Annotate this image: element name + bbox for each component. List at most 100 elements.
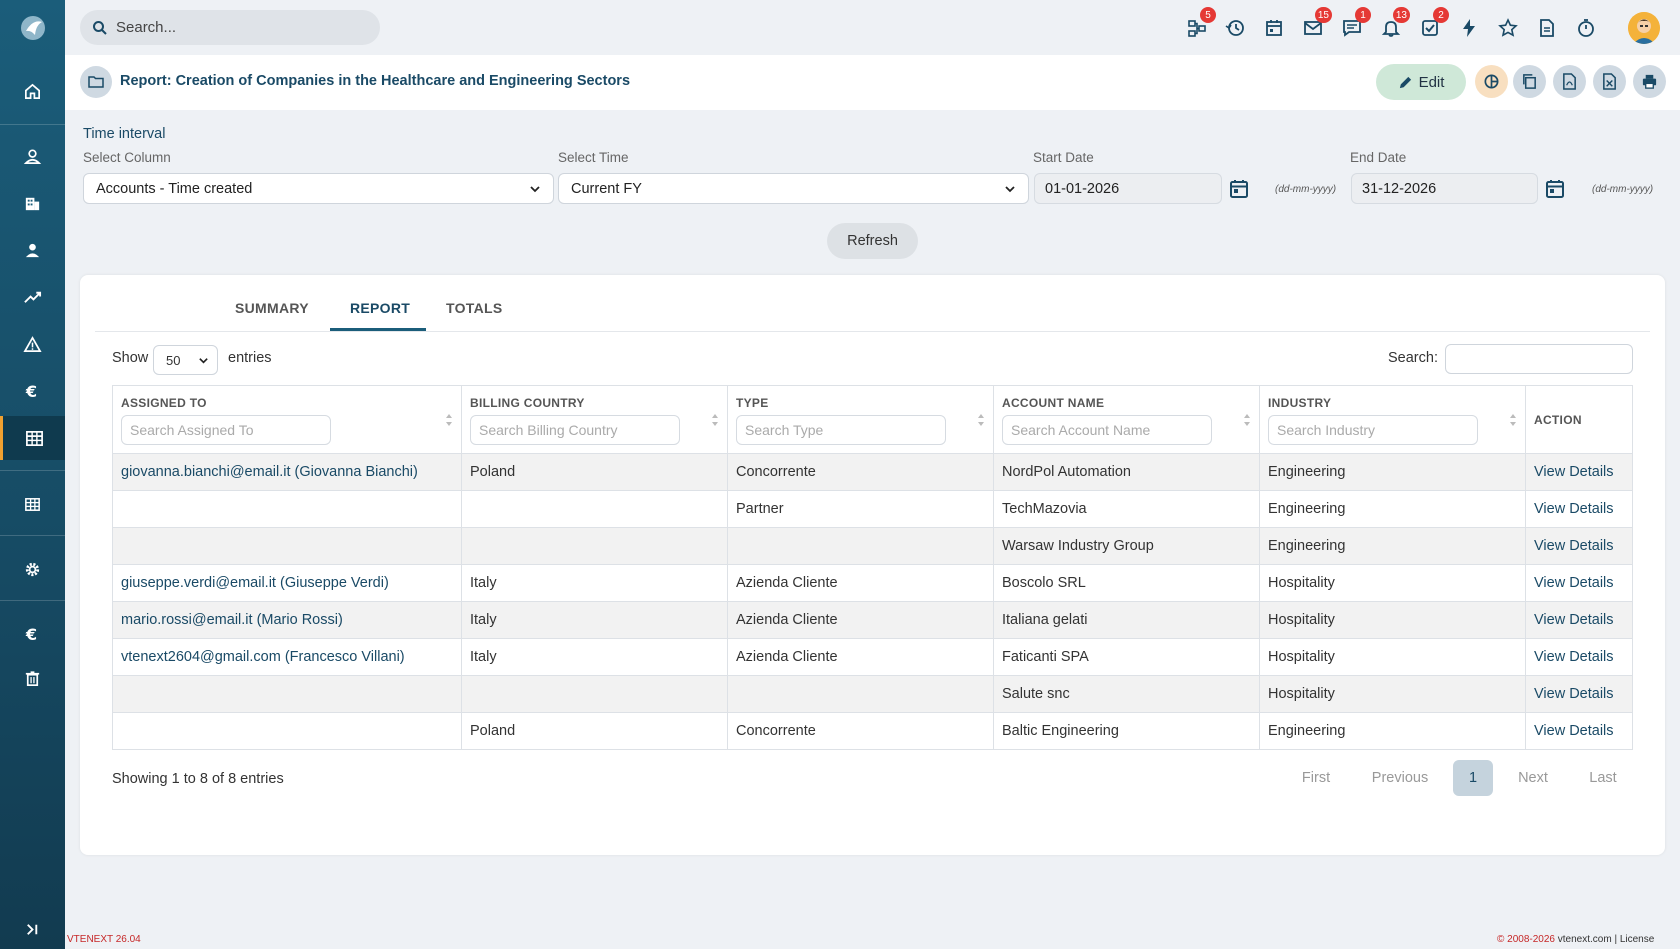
global-search[interactable]	[80, 10, 380, 45]
pagination-current-page[interactable]: 1	[1453, 760, 1493, 796]
select-time-dropdown[interactable]: Current FY	[558, 173, 1029, 204]
sidebar-warning-icon[interactable]	[0, 322, 65, 366]
assigned-to-cell[interactable]	[112, 712, 462, 750]
history-icon[interactable]	[1223, 16, 1247, 40]
tab-report[interactable]: REPORT	[350, 300, 410, 316]
license-link[interactable]: License	[1620, 934, 1654, 945]
select-column-dropdown[interactable]: Accounts - Time created	[83, 173, 554, 204]
column-header-label: ASSIGNED TO	[121, 396, 207, 410]
print-icon[interactable]	[1633, 65, 1666, 98]
sort-icon[interactable]	[711, 412, 719, 428]
pagination-last-button[interactable]: Last	[1573, 760, 1633, 796]
site-link[interactable]: vtenext.com	[1558, 934, 1612, 945]
sort-icon[interactable]	[1243, 412, 1251, 428]
copy-icon[interactable]	[1513, 65, 1546, 98]
view-details-link[interactable]: View Details	[1525, 453, 1633, 491]
view-details-link[interactable]: View Details	[1525, 675, 1633, 713]
sidebar-building-icon[interactable]	[0, 181, 65, 225]
sidebar-user-icon[interactable]	[0, 134, 65, 178]
sidebar-trend-icon[interactable]	[0, 275, 65, 319]
mail-icon[interactable]: 15	[1301, 7, 1332, 40]
lightning-icon[interactable]	[1457, 16, 1481, 40]
sidebar-home-icon[interactable]	[0, 69, 65, 113]
sidebar-expand-icon[interactable]	[0, 907, 65, 949]
sidebar-trash-icon[interactable]	[0, 656, 65, 700]
chart-icon[interactable]	[1475, 65, 1508, 98]
folder-icon[interactable]	[80, 66, 112, 98]
chat-icon[interactable]: 1	[1340, 7, 1371, 40]
pagination-next-button[interactable]: Next	[1503, 760, 1563, 796]
sidebar-reports-table-icon[interactable]	[0, 416, 65, 460]
end-date-label: End Date	[1350, 150, 1407, 165]
assigned-to-cell[interactable]	[112, 527, 462, 565]
edit-button[interactable]: Edit	[1376, 64, 1466, 100]
billing-country-cell	[461, 490, 728, 528]
view-details-link[interactable]: View Details	[1525, 601, 1633, 639]
chevron-down-icon	[1005, 185, 1015, 192]
billing-country-filter-input[interactable]: Search Billing Country	[470, 415, 680, 445]
start-date-calendar-icon[interactable]	[1228, 178, 1250, 200]
sort-icon[interactable]	[977, 412, 985, 428]
view-details-link[interactable]: View Details	[1525, 638, 1633, 676]
assigned-to-cell[interactable]: mario.rossi@email.it (Mario Rossi)	[112, 601, 462, 639]
column-header-account-name[interactable]: ACCOUNT NAME Search Account Name	[993, 385, 1260, 454]
time-interval-label: Time interval	[83, 126, 166, 142]
sort-icon[interactable]	[445, 412, 453, 428]
sidebar-grid-icon[interactable]	[0, 482, 65, 526]
document-icon[interactable]	[1535, 16, 1559, 40]
calendar-icon[interactable]	[1262, 16, 1286, 40]
pagination-first-button[interactable]: First	[1285, 760, 1347, 796]
sidebar-contact-icon[interactable]	[0, 228, 65, 272]
pdf-icon[interactable]	[1553, 65, 1586, 98]
account-name-filter-input[interactable]: Search Account Name	[1002, 415, 1212, 445]
assigned-to-filter-input[interactable]: Search Assigned To	[121, 415, 331, 445]
table-search-input[interactable]	[1445, 344, 1633, 374]
pagination-previous-button[interactable]: Previous	[1357, 760, 1443, 796]
view-details-link[interactable]: View Details	[1525, 712, 1633, 750]
start-date-input[interactable]: 01-01-2026	[1034, 173, 1222, 204]
type-filter-input[interactable]: Search Type	[736, 415, 946, 445]
column-header-industry[interactable]: INDUSTRY Search Industry	[1259, 385, 1526, 454]
app-logo-icon[interactable]	[0, 0, 65, 55]
network-icon[interactable]: 5	[1185, 7, 1216, 40]
assigned-to-cell[interactable]	[112, 675, 462, 713]
star-icon[interactable]	[1496, 16, 1520, 40]
report-tabs: SUMMARY REPORT TOTALS	[95, 275, 1650, 332]
bell-icon[interactable]: 13	[1379, 7, 1410, 40]
sidebar-euro-icon[interactable]: €	[0, 369, 65, 413]
assigned-to-cell[interactable]	[112, 490, 462, 528]
tab-summary[interactable]: SUMMARY	[235, 300, 309, 316]
assigned-to-cell[interactable]: giovanna.bianchi@email.it (Giovanna Bian…	[112, 453, 462, 491]
column-header-billing-country[interactable]: BILLING COUNTRY Search Billing Country	[461, 385, 728, 454]
table-row: vtenext2604@gmail.com (Francesco Villani…	[112, 638, 1633, 676]
account-name-cell: Italiana gelati	[993, 601, 1260, 639]
industry-filter-input[interactable]: Search Industry	[1268, 415, 1478, 445]
assigned-to-cell[interactable]: giuseppe.verdi@email.it (Giuseppe Verdi)	[112, 564, 462, 602]
sidebar-gear-icon[interactable]	[0, 547, 65, 591]
column-header-assigned-to[interactable]: ASSIGNED TO Search Assigned To	[112, 385, 462, 454]
table-row: Warsaw Industry Group Engineering View D…	[112, 527, 1633, 565]
global-search-input[interactable]	[116, 19, 366, 36]
tasks-icon[interactable]: 2	[1418, 7, 1449, 40]
edit-button-label: Edit	[1418, 73, 1445, 91]
sidebar-euro-icon-2[interactable]: €	[0, 612, 65, 656]
timer-icon[interactable]	[1574, 16, 1598, 40]
entries-per-page-select[interactable]: 50	[153, 345, 218, 375]
assigned-to-cell[interactable]: vtenext2604@gmail.com (Francesco Villani…	[112, 638, 462, 676]
sort-icon[interactable]	[1509, 412, 1517, 428]
excel-icon[interactable]	[1593, 65, 1626, 98]
user-avatar[interactable]	[1628, 12, 1660, 44]
network-badge: 5	[1200, 7, 1216, 23]
active-tab-indicator	[330, 328, 426, 331]
column-header-type[interactable]: TYPE Search Type	[727, 385, 994, 454]
view-details-link[interactable]: View Details	[1525, 564, 1633, 602]
table-row: Salute snc Hospitality View Details	[112, 675, 1633, 713]
start-date-label: Start Date	[1033, 150, 1094, 165]
tab-totals[interactable]: TOTALS	[446, 300, 503, 316]
end-date-input[interactable]: 31-12-2026	[1351, 173, 1538, 204]
billing-country-cell: Poland	[461, 712, 728, 750]
end-date-calendar-icon[interactable]	[1544, 178, 1566, 200]
refresh-button[interactable]: Refresh	[827, 223, 918, 259]
view-details-link[interactable]: View Details	[1525, 490, 1633, 528]
view-details-link[interactable]: View Details	[1525, 527, 1633, 565]
